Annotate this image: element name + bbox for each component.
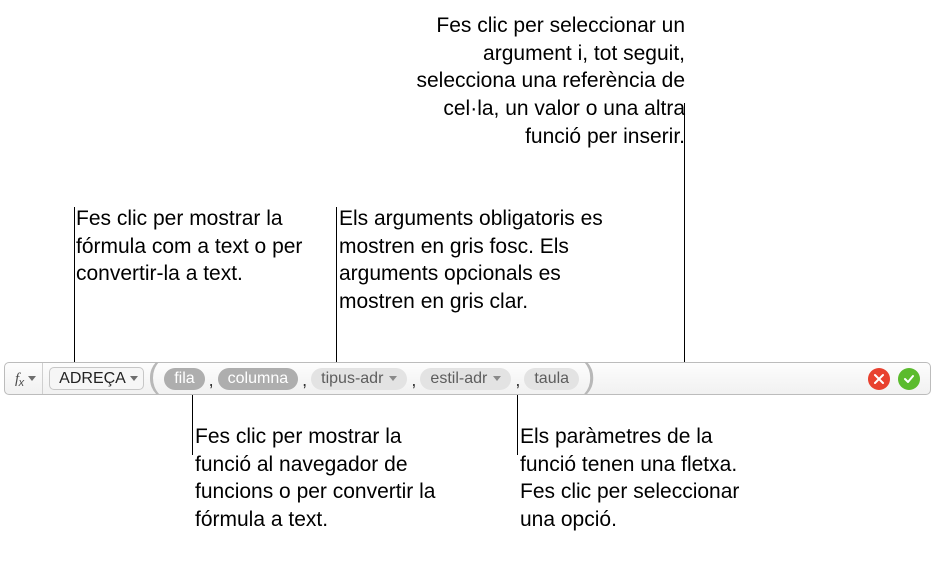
separator-comma: , (302, 370, 307, 391)
formula-actions (868, 368, 930, 390)
fx-label: fx (15, 370, 24, 388)
argument-taula[interactable]: taula (524, 368, 579, 390)
callout-fx-button: Fes clic per mostrar la fórmula com a te… (76, 205, 322, 288)
line-bottom-right (517, 391, 518, 455)
separator-comma: , (411, 370, 416, 391)
callout-parameter-dropdown: Els paràmetres de la funció tenen una fl… (520, 423, 768, 534)
chevron-down-icon (493, 376, 501, 381)
separator-comma: , (209, 370, 214, 391)
argument-fila[interactable]: fila (164, 368, 204, 390)
formula-content[interactable]: ADREÇA ( fila , columna , tipus-adr , es… (43, 363, 868, 394)
argument-estil-adr[interactable]: estil-adr (420, 368, 511, 390)
confirm-button[interactable] (898, 368, 920, 390)
argument-label: columna (228, 370, 288, 388)
line-top-right (684, 103, 685, 363)
function-token[interactable]: ADREÇA (49, 367, 144, 390)
line-top-left (74, 207, 75, 375)
close-icon (873, 373, 885, 385)
argument-tipus-adr[interactable]: tipus-adr (311, 368, 407, 390)
callout-argument-select: Fes clic per seleccionar un argument i, … (405, 12, 685, 151)
cancel-button[interactable] (868, 368, 890, 390)
line-bottom-left (192, 391, 193, 455)
check-icon (903, 373, 915, 385)
chevron-down-icon (389, 376, 397, 381)
formula-bar: fx ADREÇA ( fila , columna , tipus-adr ,… (4, 362, 931, 395)
argument-columna[interactable]: columna (218, 368, 298, 390)
callout-function-dropdown: Fes clic per mostrar la funció al navega… (195, 423, 457, 534)
line-top-mid (336, 207, 337, 364)
separator-comma: , (515, 370, 520, 391)
function-name: ADREÇA (59, 370, 126, 388)
argument-label: fila (174, 370, 194, 388)
argument-label: estil-adr (430, 370, 487, 388)
argument-label: taula (534, 370, 569, 388)
close-paren: ) (584, 357, 595, 396)
fx-button[interactable]: fx (5, 363, 43, 394)
callout-argument-colors: Els arguments obligatoris es mostren en … (339, 205, 634, 316)
chevron-down-icon (28, 376, 36, 381)
open-paren: ( (148, 357, 159, 396)
argument-label: tipus-adr (321, 370, 383, 388)
chevron-down-icon (130, 376, 138, 381)
